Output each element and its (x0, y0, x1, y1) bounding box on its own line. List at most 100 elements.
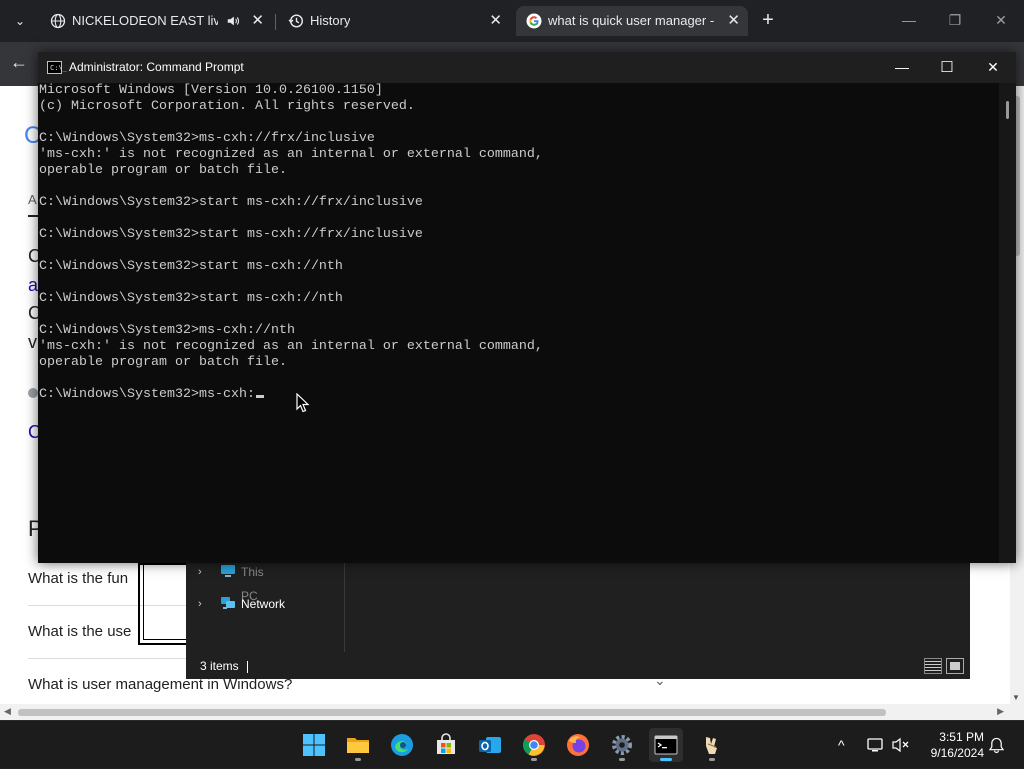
network-status-icon[interactable] (867, 737, 885, 753)
cmd-output-line: operable program or batch file. (39, 163, 287, 178)
item-count: 3 items (200, 659, 239, 673)
taskbar-store[interactable] (429, 728, 463, 762)
browser-tab-strip: ⌄ NICKELODEON EAST live st ✕ History ✕ (0, 0, 1024, 42)
navigation-pane-divider (344, 560, 345, 652)
system-clock[interactable]: 3:51 PM 9/16/2024 (914, 729, 984, 761)
cmd-output-line: C:\Windows\System32>start ms-cxh://frx/i… (39, 227, 423, 242)
close-tab-icon[interactable]: ✕ (727, 6, 740, 36)
cmd-window-title: Administrator: Command Prompt (69, 60, 244, 74)
running-indicator (619, 758, 625, 761)
outlook-icon (479, 737, 501, 753)
history-icon (288, 14, 304, 28)
clock-date: 9/16/2024 (930, 746, 984, 760)
cmd-output-line: C:\Windows\System32>start ms-cxh://nth (39, 291, 343, 306)
tab-search-dropdown[interactable]: ⌄ (6, 7, 34, 35)
taskbar-chrome[interactable] (517, 728, 551, 762)
clock-time: 3:51 PM (939, 730, 984, 744)
computer-icon (221, 565, 235, 577)
taskbar-edge[interactable] (385, 728, 419, 762)
page-scrollbar-horizontal[interactable]: ◀ ▶ (0, 704, 1024, 720)
running-indicator (660, 758, 672, 761)
new-tab-button[interactable]: + (757, 9, 779, 31)
tab-google-search[interactable]: what is quick user manager - G ✕ (516, 6, 748, 36)
volume-muted-icon[interactable] (892, 737, 910, 753)
cmd-output-line: 'ms-cxh:' is not recognized as an intern… (39, 339, 543, 354)
cmd-output-line: 'ms-cxh:' is not recognized as an intern… (39, 147, 543, 162)
tab-history[interactable]: History ✕ (278, 6, 510, 36)
status-bar: 3 items (186, 654, 970, 679)
tab-separator (275, 14, 276, 30)
cmd-scrollbar[interactable] (999, 83, 1016, 563)
scroll-left-icon[interactable]: ◀ (4, 706, 11, 717)
taskbar-app[interactable] (695, 728, 729, 762)
start-button[interactable] (297, 728, 331, 762)
cmd-minimize-button[interactable]: — (879, 52, 925, 83)
app-icon (706, 737, 717, 754)
firefox-icon (567, 734, 589, 756)
chevron-right-icon[interactable]: › (198, 560, 202, 584)
running-indicator (709, 758, 715, 761)
running-indicator (531, 758, 537, 761)
scrollbar-thumb[interactable] (18, 709, 886, 716)
tab-nickelodeon[interactable]: NICKELODEON EAST live st ✕ (40, 6, 272, 36)
taskbar: ^ 3:51 PM 9/16/2024 (0, 720, 1024, 768)
cmd-output-line: operable program or batch file. (39, 355, 287, 370)
cmd-title-bar[interactable]: C:\_ Administrator: Command Prompt — ☐ ✕ (38, 52, 1016, 83)
tiles-view-button[interactable] (946, 658, 964, 674)
gear-icon (612, 735, 632, 755)
nav-item-label: Network (241, 597, 286, 611)
cmd-output-line: C:\Windows\System32>start ms-cxh://nth (39, 259, 343, 274)
scroll-right-icon[interactable]: ▶ (997, 706, 1004, 717)
taskbar-outlook[interactable] (473, 728, 507, 762)
command-prompt-window[interactable]: C:\_ Administrator: Command Prompt — ☐ ✕… (38, 52, 1016, 563)
tab-title: NICKELODEON EAST live st (72, 13, 218, 28)
store-icon (437, 733, 455, 754)
taskbar-firefox[interactable] (561, 728, 595, 762)
page-text-fragment: A (28, 192, 37, 207)
page-text-fragment: v (28, 332, 37, 352)
page-text-fragment: a (28, 275, 39, 295)
notification-bell-icon[interactable] (989, 736, 1004, 754)
cmd-output-line: C:\Windows\System32>start ms-cxh://frx/i… (39, 195, 423, 210)
scrollbar-thumb[interactable] (1006, 101, 1009, 119)
scroll-down-icon[interactable]: ▼ (1012, 693, 1020, 702)
close-tab-icon[interactable]: ✕ (489, 6, 502, 36)
cmd-input-line[interactable]: C:\Windows\System32>ms-cxh: (39, 387, 264, 403)
windows-logo-icon (303, 734, 325, 756)
text-cursor (255, 395, 264, 398)
browser-minimize-button[interactable]: — (886, 6, 932, 34)
file-explorer-window: › This PC › Network 3 items (186, 560, 970, 679)
terminal-icon (654, 735, 678, 755)
cmd-output-line: C:\Windows\System32>ms-cxh://nth (39, 323, 295, 338)
google-icon (526, 13, 542, 29)
cmd-close-button[interactable]: ✕ (970, 52, 1016, 83)
tab-title: History (310, 13, 351, 28)
browser-restore-button[interactable]: ❐ (932, 6, 978, 34)
mouse-pointer-icon (296, 393, 310, 413)
browser-close-button[interactable]: ✕ (978, 6, 1024, 34)
taskbar-terminal[interactable] (649, 728, 683, 762)
cmd-console-output[interactable]: Microsoft Windows [Version 10.0.26100.11… (39, 83, 1001, 563)
cmd-maximize-button[interactable]: ☐ (924, 52, 970, 83)
speaker-icon[interactable] (226, 14, 240, 28)
cmd-output-line: C:\Windows\System32>ms-cxh://frx/inclusi… (39, 131, 375, 146)
tab-title: what is quick user manager - G (548, 13, 714, 28)
back-button[interactable]: ← (10, 52, 28, 73)
chevron-right-icon[interactable]: › (198, 592, 202, 616)
taskbar-file-explorer[interactable] (341, 728, 375, 762)
globe-icon (50, 13, 66, 29)
cmd-output-line: Microsoft Windows [Version 10.0.26100.11… (39, 83, 383, 98)
running-indicator (355, 758, 361, 761)
cmd-app-icon: C:\_ (47, 61, 67, 74)
taskbar-settings[interactable] (605, 728, 639, 762)
details-view-button[interactable] (924, 658, 942, 674)
chrome-icon (523, 734, 545, 756)
page-icon-fragment (28, 388, 38, 398)
edge-icon (391, 734, 413, 756)
status-separator (247, 661, 248, 673)
window-outline (143, 563, 186, 640)
folder-icon (347, 738, 369, 753)
close-tab-icon[interactable]: ✕ (251, 6, 264, 36)
cmd-current-prompt: C:\Windows\System32>ms-cxh: (39, 387, 255, 402)
show-hidden-icons-button[interactable]: ^ (838, 721, 845, 769)
